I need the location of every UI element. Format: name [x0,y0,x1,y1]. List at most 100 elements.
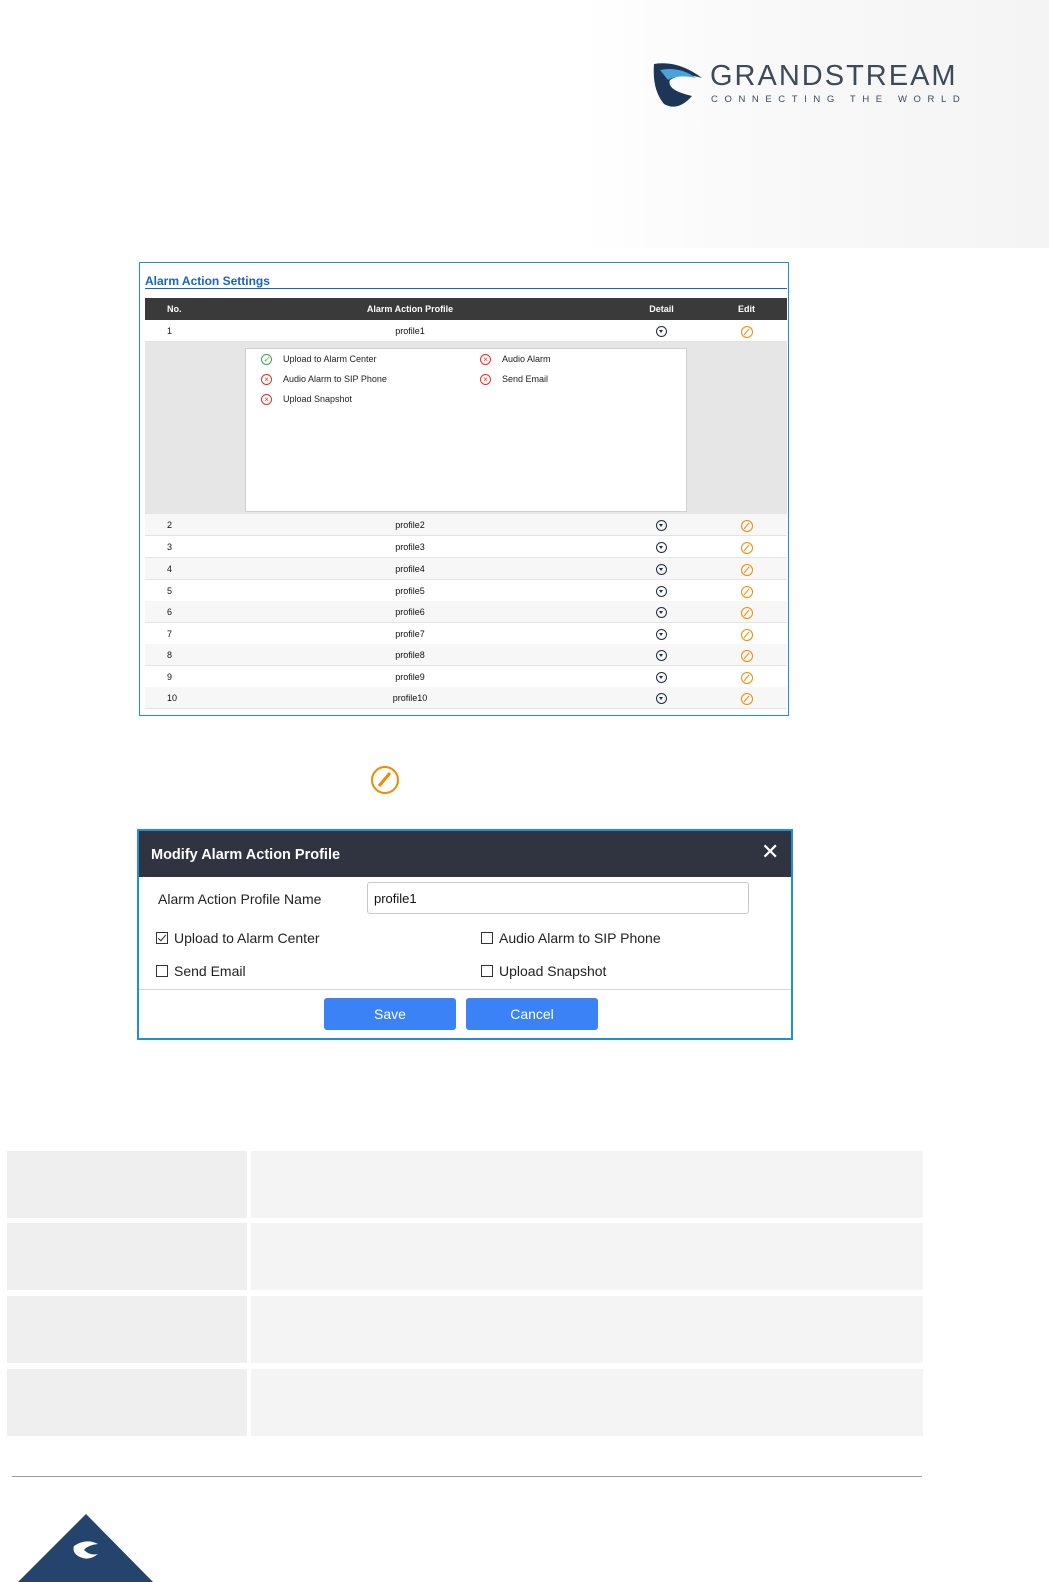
description-cell [251,1151,923,1218]
cancel-button[interactable]: Cancel [466,998,598,1030]
checkbox-icon[interactable] [481,932,493,944]
upload-alarm-center-checkbox[interactable]: Upload to Alarm Center [156,930,320,946]
profile-detail-card: ✓ Upload to Alarm Center × Audio Alarm × Au… [245,348,687,512]
row-profile-name: profile8 [395,650,425,660]
x-circle-icon: × [261,394,272,406]
action-label: Audio Alarm [502,354,551,364]
checkbox-icon[interactable] [481,965,493,977]
row-profile-name: profile5 [395,586,425,596]
check-circle-icon: ✓ [261,354,272,366]
send-email-checkbox[interactable]: Send Email [156,963,246,979]
row-number: 6 [167,607,173,617]
table-row [7,1296,923,1363]
edit-pencil-icon[interactable] [740,628,753,641]
profile-name-label: Alarm Action Profile Name [158,891,322,907]
footer-divider [12,1476,922,1477]
x-circle-icon: × [480,374,491,386]
detail-toggle-icon[interactable] [656,672,667,684]
description-cell [251,1296,923,1363]
column-detail: Detail [649,304,674,314]
table-row: 5 profile5 [145,580,787,602]
row-number: 7 [167,629,173,639]
detail-toggle-icon[interactable] [656,564,667,576]
row-number: 5 [167,586,173,596]
action-label: Upload to Alarm Center [283,354,377,364]
table-row: 6 profile6 [145,601,787,623]
brand-tagline: CONNECTING THE WORLD [711,94,967,105]
row-number: 9 [167,672,173,682]
detail-toggle-icon[interactable] [656,520,667,532]
detail-toggle-icon[interactable] [656,326,667,338]
profile-name-input[interactable] [367,882,749,914]
edit-pencil-icon[interactable] [740,692,753,705]
edit-pencil-icon [371,766,399,794]
modify-profile-dialog: Modify Alarm Action Profile ✕ Alarm Acti… [137,829,793,1040]
brand-name: GRANDSTREAM [710,60,958,92]
edit-pencil-icon[interactable] [740,541,753,554]
grandstream-logo: GRANDSTREAM CONNECTING THE WORLD [652,60,982,110]
action-item: × Audio Alarm [480,353,551,366]
footer-logo-icon [18,1514,153,1582]
alarm-action-settings-panel: Alarm Action Settings No. Alarm Action P… [139,262,789,716]
title-divider [145,288,787,289]
row-profile-name: profile9 [395,672,425,682]
detail-toggle-icon[interactable] [656,607,667,619]
description-cell [251,1369,923,1436]
column-edit: Edit [738,304,755,314]
row-profile-name: profile6 [395,607,425,617]
row-profile-name: profile2 [395,520,425,530]
audio-alarm-sip-checkbox[interactable]: Audio Alarm to SIP Phone [481,930,661,946]
detail-toggle-icon[interactable] [656,586,667,598]
table-row: 10 profile10 [145,687,787,709]
x-circle-icon: × [261,374,272,386]
description-cell [251,1223,923,1290]
table-header: No. Alarm Action Profile Name Detail Edi… [145,298,787,336]
detail-toggle-icon[interactable] [656,629,667,641]
checkbox-label: Upload to Alarm Center [174,930,320,946]
checkbox-checked-icon[interactable] [156,932,168,944]
parameter-cell [7,1369,247,1436]
upload-snapshot-checkbox[interactable]: Upload Snapshot [481,963,606,979]
profile-detail-expansion: ✓ Upload to Alarm Center × Audio Alarm × Au… [145,342,787,514]
detail-toggle-icon[interactable] [656,650,667,662]
detail-toggle-icon[interactable] [656,693,667,705]
table-row: 4 profile4 [145,558,787,580]
row-number: 2 [167,520,173,530]
detail-toggle-icon[interactable] [656,542,667,554]
row-profile-name: profile1 [395,326,425,336]
table-row: 1 profile1 [145,320,787,342]
row-number: 4 [167,564,173,574]
edit-pencil-icon[interactable] [740,606,753,619]
header-background [580,0,1049,248]
row-profile-name: profile10 [392,693,428,703]
action-item: × Upload Snapshot [261,393,352,406]
row-profile-name: profile7 [395,629,425,639]
parameter-cell [7,1151,247,1218]
table-row: 9 profile9 [145,666,787,688]
column-no: No. [167,304,182,314]
row-profile-name: profile4 [395,564,425,574]
edit-pencil-icon[interactable] [740,671,753,684]
action-label: Send Email [502,374,549,384]
close-icon[interactable]: ✕ [761,839,779,865]
save-button[interactable]: Save [324,998,456,1030]
edit-pencil-icon[interactable] [740,325,753,338]
edit-pencil-icon[interactable] [740,563,753,576]
action-label: Audio Alarm to SIP Phone [283,374,387,384]
table-row [7,1369,923,1436]
parameter-cell [7,1296,247,1363]
checkbox-label: Send Email [174,963,246,979]
edit-pencil-icon[interactable] [740,649,753,662]
dialog-title: Modify Alarm Action Profile [151,847,341,863]
row-number: 3 [167,542,173,552]
checkbox-icon[interactable] [156,965,168,977]
edit-pencil-icon[interactable] [740,519,753,532]
edit-pencil-icon[interactable] [740,585,753,598]
checkbox-label: Audio Alarm to SIP Phone [499,930,661,946]
action-item: ✓ Upload to Alarm Center [261,353,377,366]
dialog-header: Modify Alarm Action Profile ✕ [139,831,791,877]
row-number: 8 [167,650,173,660]
row-number: 10 [167,693,178,703]
table-row: 7 profile7 [145,623,787,645]
table-row [7,1223,923,1290]
